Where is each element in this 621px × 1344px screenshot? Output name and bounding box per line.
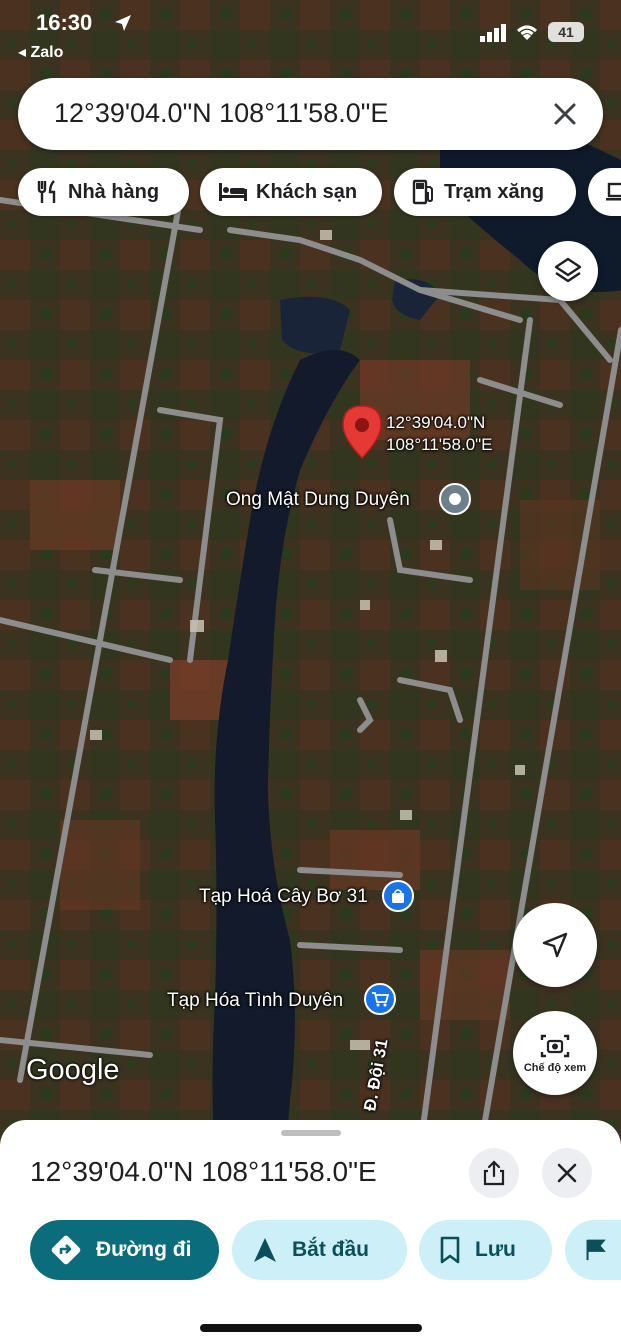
bookmark-icon xyxy=(440,1236,460,1264)
chip-label: Nhà hàng xyxy=(68,180,160,203)
share-button[interactable] xyxy=(469,1148,519,1198)
directions-button[interactable]: Đường đi xyxy=(30,1220,219,1280)
chip-restaurants[interactable]: Nhà hàng xyxy=(18,168,189,216)
layers-button[interactable] xyxy=(538,241,598,301)
shopping-bag-icon[interactable] xyxy=(382,880,414,912)
search-query[interactable]: 12°39'04.0"N 108°11'58.0"E xyxy=(54,98,388,129)
bed-icon xyxy=(219,183,247,201)
location-arrow-icon xyxy=(113,13,133,38)
place-dot-icon[interactable] xyxy=(439,483,471,515)
layers-icon xyxy=(554,257,582,283)
back-app-label: Zalo xyxy=(30,44,64,61)
pin-label: 12°39'04.0"N 108°11'58.0"E xyxy=(386,412,493,456)
battery-indicator: 41 xyxy=(548,22,584,42)
navigation-arrow-icon xyxy=(542,932,568,958)
close-icon xyxy=(557,1163,577,1183)
laptop-icon xyxy=(606,182,621,201)
street-view-label: Chế độ xem xyxy=(523,1062,587,1074)
home-indicator xyxy=(200,1324,422,1332)
status-time: 16:30 xyxy=(36,10,93,35)
chip-label: Khách sạn xyxy=(256,180,358,203)
chip-gas-stations[interactable]: Trạm xăng xyxy=(394,168,576,216)
close-sheet-button[interactable] xyxy=(542,1148,592,1198)
save-button[interactable]: Lưu xyxy=(419,1220,552,1280)
shopping-cart-icon[interactable] xyxy=(364,983,396,1015)
directions-icon xyxy=(51,1235,81,1265)
directions-label: Đường đi xyxy=(96,1238,192,1261)
place-label[interactable]: Ong Mật Dung Duyên xyxy=(226,489,410,511)
gas-pump-icon xyxy=(412,179,433,205)
camera-scan-icon xyxy=(540,1034,570,1058)
chip-hotels[interactable]: Khách sạn xyxy=(200,168,382,216)
street-view-button[interactable]: Chế độ xem xyxy=(513,1011,597,1095)
flag-icon xyxy=(586,1239,606,1261)
place-label[interactable]: Tạp Hoá Cây Bơ 31 xyxy=(199,886,368,908)
cellular-signal-icon xyxy=(480,24,508,47)
location-pin-icon[interactable] xyxy=(341,404,383,460)
start-label: Bắt đầu xyxy=(292,1238,370,1261)
sheet-title: 12°39'04.0"N 108°11'58.0"E xyxy=(30,1156,377,1187)
back-to-app-link[interactable]: ◂ Zalo xyxy=(18,42,63,62)
start-button[interactable]: Bắt đầu xyxy=(232,1220,407,1280)
pin-label-lat: 12°39'04.0"N xyxy=(386,413,486,432)
pin-label-lng: 108°11'58.0"E xyxy=(386,435,493,454)
status-bar: 16:30 ◂ Zalo 41 xyxy=(0,0,621,66)
search-bar[interactable]: 12°39'04.0"N 108°11'58.0"E xyxy=(18,78,603,150)
flag-button[interactable] xyxy=(565,1220,621,1280)
fork-knife-icon xyxy=(37,180,56,203)
wifi-icon xyxy=(514,22,540,47)
navigation-arrow-icon xyxy=(254,1238,276,1262)
clear-search-icon[interactable] xyxy=(549,98,581,130)
place-sheet[interactable]: 12°39'04.0"N 108°11'58.0"E Đường đi Bắt … xyxy=(0,1120,621,1344)
place-label[interactable]: Tạp Hóa Tình Duyên xyxy=(167,990,343,1012)
share-icon xyxy=(483,1160,505,1186)
chip-label: Trạm xăng xyxy=(444,180,545,203)
my-location-button[interactable] xyxy=(513,903,597,987)
sheet-drag-handle[interactable] xyxy=(281,1130,341,1136)
google-watermark: Google xyxy=(26,1054,120,1086)
save-label: Lưu xyxy=(475,1238,516,1261)
